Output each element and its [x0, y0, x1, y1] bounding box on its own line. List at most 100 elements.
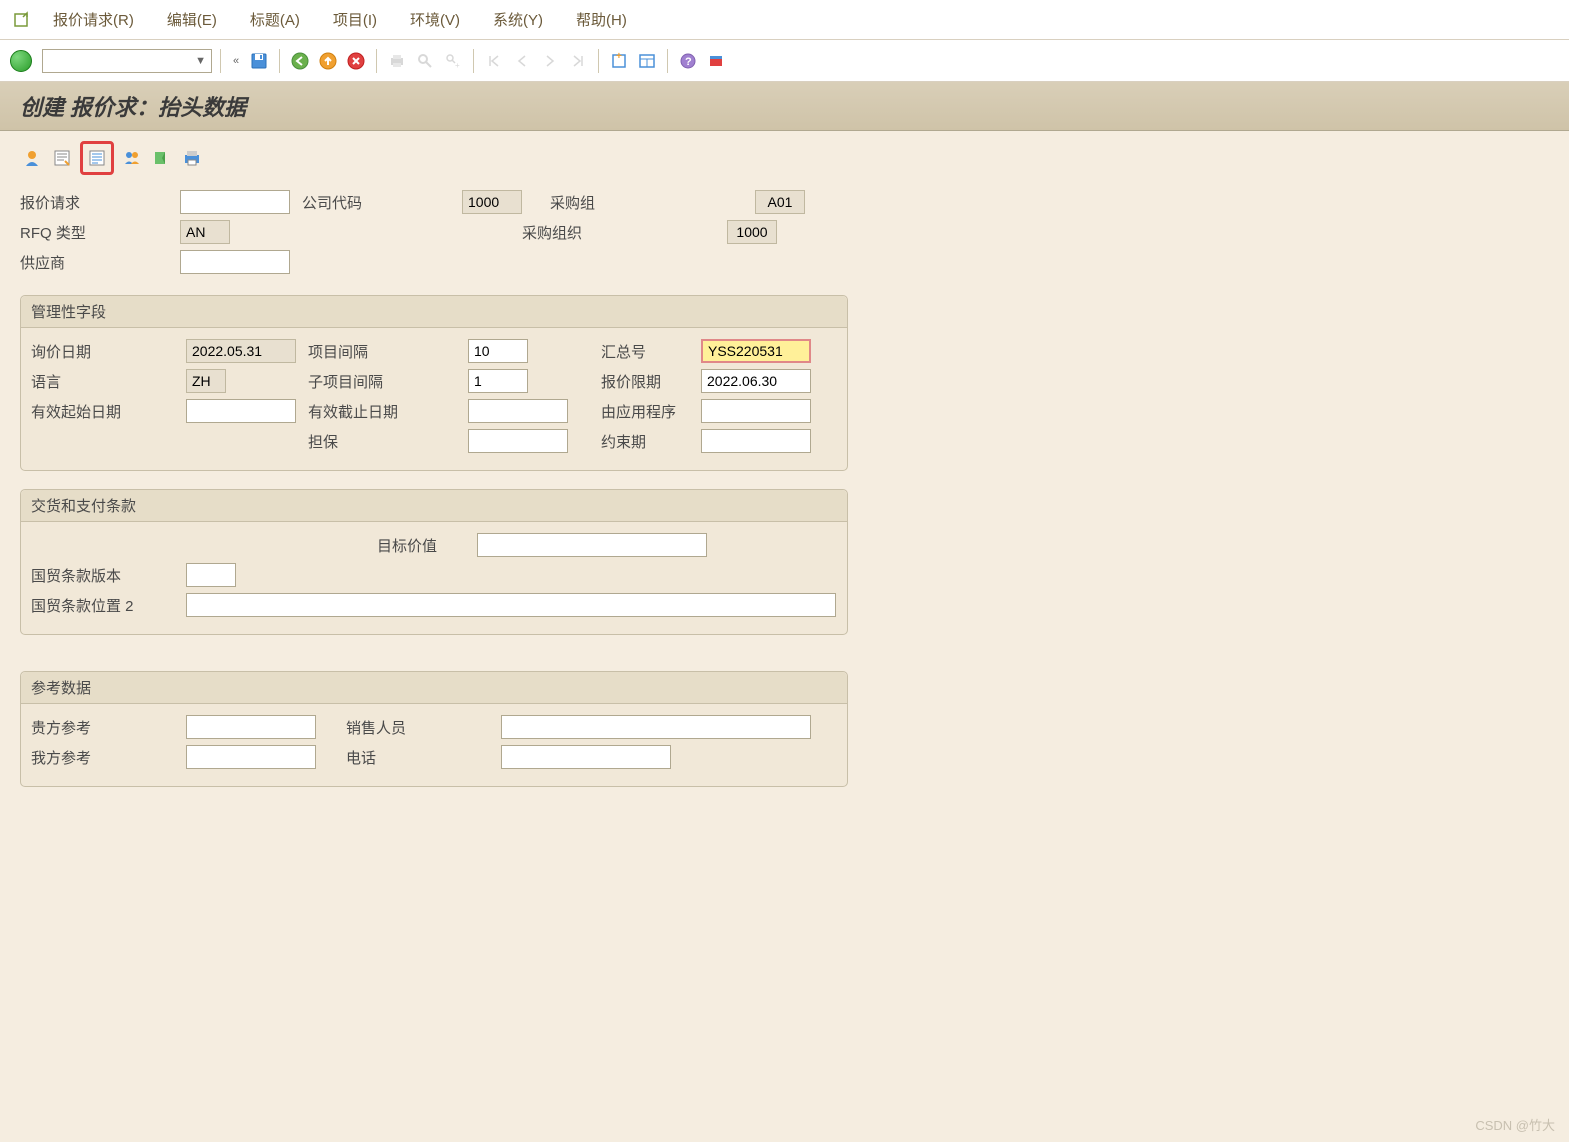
enter-button[interactable] [10, 50, 32, 72]
incoterms-loc-input[interactable] [186, 593, 836, 617]
admin-groupbox: 管理性字段 询价日期 项目间隔 汇总号 语言 子项目间隔 报价限期 有效起始日期 [20, 295, 848, 471]
header-details-button[interactable] [85, 146, 109, 170]
separator [220, 49, 221, 73]
coll-no-input[interactable] [701, 339, 811, 363]
vendor-address-button[interactable] [20, 146, 44, 170]
separator [667, 49, 668, 73]
menu-system[interactable]: 系统(Y) [479, 1, 557, 38]
rfq-input[interactable] [180, 190, 290, 214]
separator [376, 49, 377, 73]
incoterms-loc-label: 国贸条款位置 2 [31, 595, 186, 616]
subitem-interval-input[interactable] [468, 369, 528, 393]
company-code-label: 公司代码 [302, 192, 462, 213]
our-ref-input[interactable] [186, 745, 316, 769]
valid-end-label: 有效截止日期 [308, 401, 468, 422]
back-button[interactable] [288, 49, 312, 73]
incoterms-ver-label: 国贸条款版本 [31, 565, 186, 586]
menu-edit[interactable]: 编辑(E) [153, 1, 231, 38]
title-bar: 创建 报价求：抬头数据 [0, 82, 1569, 131]
rfq-type-label: RFQ 类型 [20, 222, 180, 243]
warranty-input[interactable] [468, 429, 568, 453]
exit-button[interactable] [316, 49, 340, 73]
target-value-input[interactable] [477, 533, 707, 557]
purch-org-label: 采购组织 [522, 222, 727, 243]
company-code-input[interactable] [462, 190, 522, 214]
salesperson-input[interactable] [501, 715, 811, 739]
target-value-label: 目标价值 [377, 535, 477, 556]
your-ref-input[interactable] [186, 715, 316, 739]
language-input[interactable] [186, 369, 226, 393]
settings-button[interactable] [704, 49, 728, 73]
new-session-button[interactable]: + [607, 49, 631, 73]
help-button[interactable]: ? [676, 49, 700, 73]
app-menu-icon[interactable] [10, 8, 34, 32]
terms-title: 交货和支付条款 [21, 490, 847, 522]
first-page-button [482, 49, 506, 73]
svg-text:+: + [616, 52, 622, 62]
salesperson-label: 销售人员 [346, 717, 501, 738]
item-interval-input[interactable] [468, 339, 528, 363]
incoterms-ver-input[interactable] [186, 563, 236, 587]
menu-header[interactable]: 标题(A) [236, 1, 314, 38]
warranty-label: 担保 [308, 431, 468, 452]
telephone-label: 电话 [346, 747, 501, 768]
purch-group-label: 采购组 [550, 192, 755, 213]
menu-bar: 报价请求(R) 编辑(E) 标题(A) 项目(I) 环境(V) 系统(Y) 帮助… [0, 0, 1569, 40]
vendor-label: 供应商 [20, 252, 180, 273]
rfq-label: 报价请求 [20, 192, 180, 213]
menu-rfq[interactable]: 报价请求(R) [39, 1, 148, 38]
svg-text:+: + [455, 61, 460, 70]
collapse-icon[interactable]: « [229, 55, 243, 67]
dropdown-icon[interactable]: ▼ [190, 55, 211, 67]
command-field[interactable]: ▼ [42, 49, 212, 73]
separator [598, 49, 599, 73]
release-button[interactable] [150, 146, 174, 170]
valid-start-input[interactable] [186, 399, 296, 423]
rfq-date-label: 询价日期 [31, 341, 186, 362]
rfq-type-input[interactable] [180, 220, 230, 244]
prev-page-button [510, 49, 534, 73]
app-toolbar [0, 131, 1569, 183]
cancel-button[interactable] [344, 49, 368, 73]
terms-groupbox: 交货和支付条款 目标价值 国贸条款版本 国贸条款位置 2 [20, 489, 848, 635]
subitem-interval-label: 子项目间隔 [308, 371, 468, 392]
menu-item[interactable]: 项目(I) [319, 1, 391, 38]
save-button[interactable] [247, 49, 271, 73]
page-title: 创建 报价求：抬头数据 [20, 90, 1549, 122]
toolbar: ▼ « + + ? [0, 40, 1569, 82]
purch-org-input[interactable] [727, 220, 777, 244]
valid-end-input[interactable] [468, 399, 568, 423]
appl-by-label: 由应用程序 [601, 401, 701, 422]
rfq-date-input[interactable] [186, 339, 296, 363]
coll-no-label: 汇总号 [601, 341, 701, 362]
layout-button[interactable] [635, 49, 659, 73]
our-ref-label: 我方参考 [31, 747, 186, 768]
next-page-button [538, 49, 562, 73]
menu-environment[interactable]: 环境(V) [396, 1, 474, 38]
find-next-button: + [441, 49, 465, 73]
last-page-button [566, 49, 590, 73]
quot-deadline-input[interactable] [701, 369, 811, 393]
reference-groupbox: 参考数据 贵方参考 销售人员 我方参考 电话 [20, 671, 848, 787]
binding-input[interactable] [701, 429, 811, 453]
purch-group-input[interactable] [755, 190, 805, 214]
language-label: 语言 [31, 371, 186, 392]
print-button [385, 49, 409, 73]
vendor-input[interactable] [180, 250, 290, 274]
print-preview-button[interactable] [180, 146, 204, 170]
admin-title: 管理性字段 [21, 296, 847, 328]
appl-by-input[interactable] [701, 399, 811, 423]
telephone-input[interactable] [501, 745, 671, 769]
menu-help[interactable]: 帮助(H) [562, 1, 641, 38]
separator [473, 49, 474, 73]
item-interval-label: 项目间隔 [308, 341, 468, 362]
svg-text:?: ? [685, 56, 692, 68]
highlight-marker [80, 141, 114, 175]
separator [279, 49, 280, 73]
find-button [413, 49, 437, 73]
header-texts-button[interactable] [50, 146, 74, 170]
your-ref-label: 贵方参考 [31, 717, 186, 738]
partners-button[interactable] [120, 146, 144, 170]
watermark: CSDN @竹大 [1475, 1115, 1555, 1134]
quot-deadline-label: 报价限期 [601, 371, 701, 392]
